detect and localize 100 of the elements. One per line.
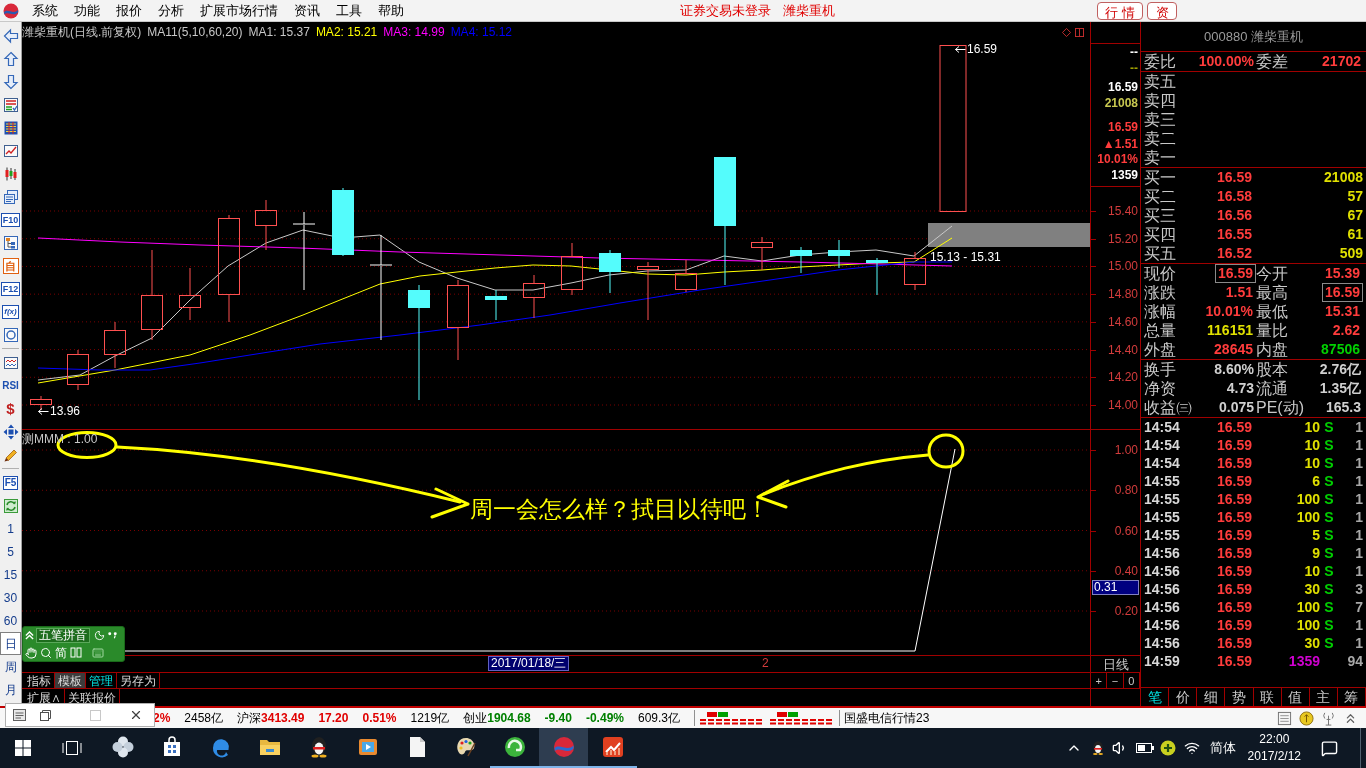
chart-tab[interactable]: 管理: [86, 673, 117, 688]
indicator-axis-label: 0.40: [1114, 563, 1138, 578]
menu-item[interactable]: 系统: [24, 0, 66, 21]
chart-app-icon[interactable]: [600, 735, 625, 759]
wave-chart-icon[interactable]: [2, 354, 19, 371]
quote-value: 16.59: [1321, 283, 1363, 302]
trade-price: 16.59: [1215, 544, 1253, 562]
hand-icon[interactable]: [25, 646, 37, 659]
quote-summary-value: 16.59: [1107, 120, 1138, 134]
trade-price: 16.59: [1215, 580, 1253, 598]
pinwheel-icon[interactable]: [110, 735, 135, 759]
trade-count: 1: [1354, 508, 1363, 526]
toolbar-button[interactable]: f(x): [2, 304, 19, 319]
bid-level-label: 买一: [1144, 168, 1176, 187]
menu-item[interactable]: 功能: [66, 0, 108, 21]
toolbar-button[interactable]: F10: [0, 212, 21, 227]
down-arrow-icon[interactable]: [2, 73, 19, 90]
input-language[interactable]: 简体: [1209, 738, 1236, 758]
ask-level-label: 卖三: [1144, 110, 1176, 129]
diamond-icon[interactable]: [1062, 28, 1071, 37]
candlestick: [67, 349, 89, 391]
moving-average-value: MA3: 14.99: [383, 25, 445, 39]
battery-icon[interactable]: [1135, 743, 1154, 753]
menu-item[interactable]: 帮助: [370, 0, 412, 21]
hand-drawn-circle: [927, 433, 965, 469]
quote-label: 股本: [1256, 360, 1288, 379]
period-button[interactable]: 15: [0, 563, 21, 586]
trade-side: S: [1324, 562, 1334, 580]
move-arrows-icon[interactable]: [2, 423, 19, 440]
line-chart-icon[interactable]: [2, 142, 19, 159]
close-icon[interactable]: [129, 708, 143, 722]
toolbar-button[interactable]: RSI: [2, 379, 19, 392]
left-arrow-icon[interactable]: [2, 27, 19, 44]
task-view-icon[interactable]: [62, 740, 82, 756]
document-icon[interactable]: [12, 709, 26, 721]
bid-level-label: 买三: [1144, 206, 1176, 225]
split-square-icon[interactable]: [1075, 28, 1084, 37]
menu-item[interactable]: 扩展市场行情: [192, 0, 286, 21]
refresh-icon[interactable]: [2, 497, 19, 514]
toolbar-button[interactable]: $: [6, 400, 15, 417]
period-button[interactable]: 30: [0, 586, 21, 609]
quote-value: 15.39: [1323, 264, 1361, 283]
restore-icon[interactable]: [39, 709, 51, 721]
header-button[interactable]: 行 情: [1097, 1, 1143, 20]
moon-icon[interactable]: [94, 630, 105, 641]
plus-badge-icon[interactable]: [1159, 740, 1176, 756]
toolbar-button[interactable]: F5: [2, 475, 19, 490]
antenna-icon[interactable]: [1321, 710, 1336, 726]
up-arrow-icon[interactable]: [2, 50, 19, 67]
coin-icon[interactable]: [1299, 710, 1314, 726]
cursor-date-label: 2017/01/18/三: [488, 656, 570, 671]
menu-item[interactable]: 工具: [328, 0, 370, 21]
window-stack-icon[interactable]: [2, 188, 19, 205]
trade-time: 14:56: [1144, 598, 1180, 616]
grid-table-icon[interactable]: [2, 119, 19, 136]
trade-time: 14:54: [1144, 418, 1180, 436]
notepad-icon[interactable]: [1277, 710, 1292, 726]
punctuation-icon[interactable]: [107, 630, 118, 641]
period-button[interactable]: 日: [0, 632, 21, 655]
windows-logo-icon[interactable]: [15, 740, 31, 756]
app-logo-icon[interactable]: [3, 2, 19, 19]
period-button[interactable]: 5: [0, 540, 21, 563]
zoom-button[interactable]: +: [1091, 673, 1108, 688]
bid-volume: 61: [1346, 226, 1363, 243]
report-list-icon[interactable]: [2, 96, 19, 113]
chart-tab[interactable]: 另存为: [117, 673, 160, 688]
index-value: 1904.68: [487, 710, 531, 727]
period-button[interactable]: 周: [0, 655, 21, 678]
menu-item[interactable]: 分析: [150, 0, 192, 21]
period-button[interactable]: 1: [0, 517, 21, 540]
quote-value: 4.73: [1225, 380, 1255, 397]
menu-item[interactable]: 资讯: [286, 0, 328, 21]
price-range-label: 15.13 - 15.31: [930, 250, 1001, 264]
search-icon[interactable]: [40, 646, 52, 659]
two-bars-icon[interactable]: [70, 647, 82, 658]
zoom-button[interactable]: 0: [1123, 673, 1140, 688]
notification-icon[interactable]: [1321, 739, 1338, 757]
double-chevron-icon[interactable]: [25, 631, 34, 640]
bid-level-label: 买五: [1144, 244, 1176, 263]
period-button[interactable]: 60: [0, 609, 21, 632]
toolbar-button[interactable]: F12: [0, 281, 21, 296]
zoom-button[interactable]: −: [1107, 673, 1124, 688]
tree-view-icon[interactable]: [2, 234, 19, 251]
circle-tool-icon[interactable]: [2, 326, 19, 343]
quote-label: 总量: [1144, 321, 1176, 340]
period-button[interactable]: 月: [0, 678, 21, 701]
quote-value: 0.075: [1217, 399, 1255, 416]
clock[interactable]: 22:00 2017/2/12: [1247, 731, 1301, 765]
menu-item[interactable]: 报价: [108, 0, 150, 21]
globe-icon[interactable]: [502, 735, 527, 759]
candlestick: [751, 236, 773, 271]
wifi-icon[interactable]: [1183, 740, 1200, 756]
chart-tab[interactable]: 模板: [55, 673, 86, 688]
charset-button[interactable]: 简: [55, 645, 67, 660]
toolbar-button[interactable]: 自: [2, 257, 19, 274]
trade-volume: 100: [1295, 616, 1320, 634]
quote-label: 净资: [1144, 379, 1176, 398]
index-turnover: 2458亿: [184, 710, 224, 727]
header-button[interactable]: 资: [1147, 1, 1177, 20]
input-mode-button[interactable]: 五笔拼音: [36, 628, 90, 643]
